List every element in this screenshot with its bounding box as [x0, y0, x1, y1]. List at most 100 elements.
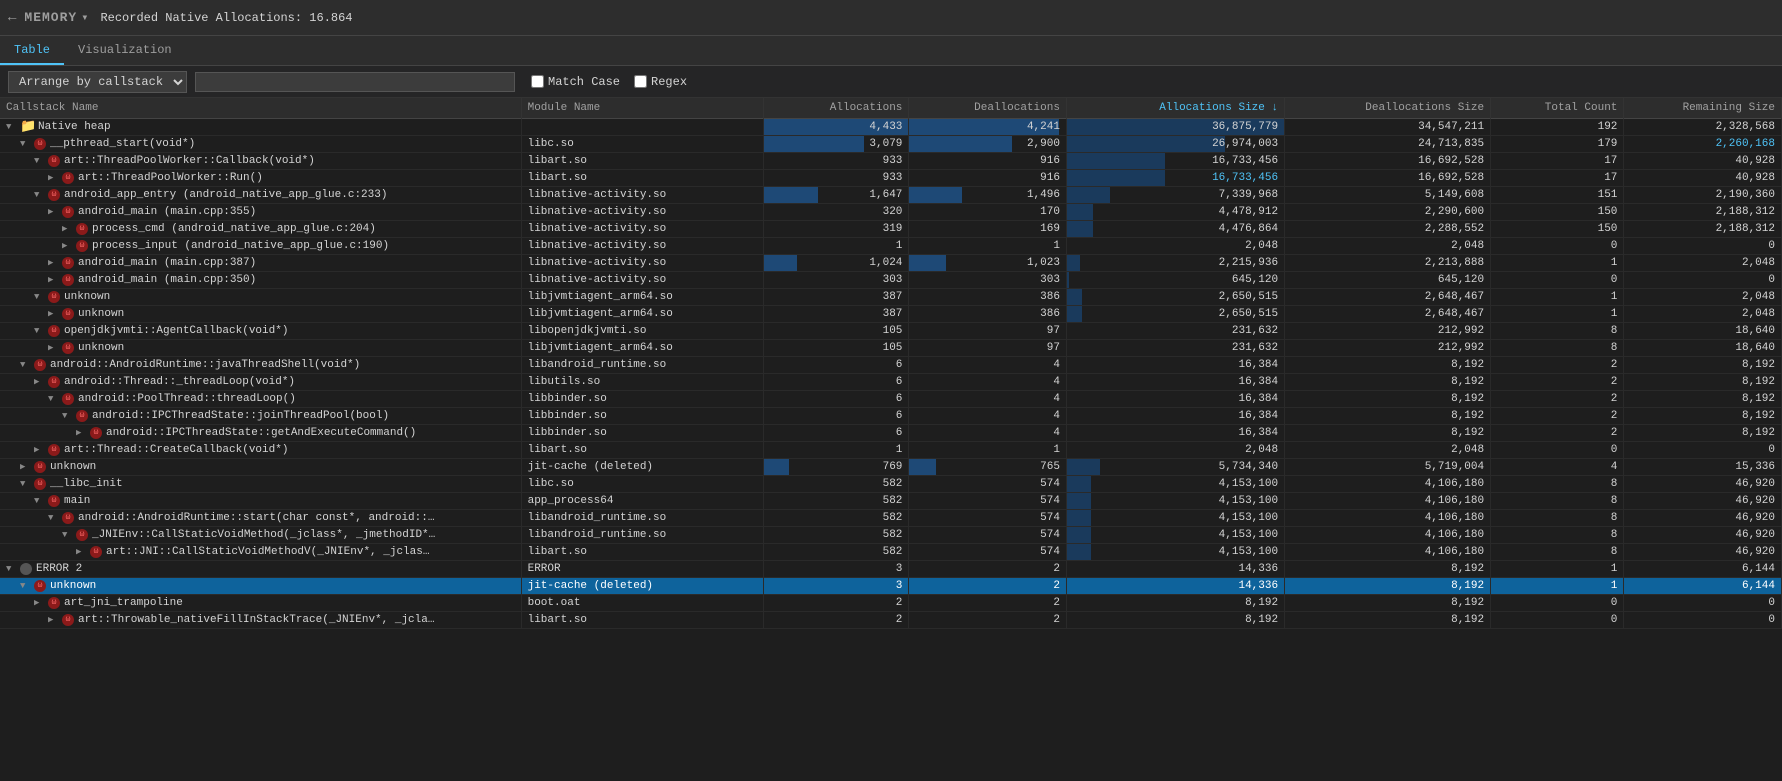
col-allocations[interactable]: Allocations: [763, 98, 908, 119]
cell-remaining-size: 8,192: [1624, 391, 1782, 408]
table-row[interactable]: ▶ωandroid::Thread::_threadLoop(void*)lib…: [0, 374, 1782, 391]
table-row[interactable]: ▼ωandroid::PoolThread::threadLoop()libbi…: [0, 391, 1782, 408]
cell-dealloc-size: 8,192: [1285, 357, 1491, 374]
cell-alloc-size: 16,384: [1066, 408, 1284, 425]
back-button[interactable]: ←: [8, 10, 16, 26]
cell-alloc-size: 8,192: [1066, 612, 1284, 629]
cell-callstack: ▼ωandroid::IPCThreadState::joinThreadPoo…: [0, 408, 521, 425]
col-total-count[interactable]: Total Count: [1491, 98, 1624, 119]
table-row[interactable]: ▶ωandroid_main (main.cpp:355)libnative-a…: [0, 204, 1782, 221]
col-remaining-size[interactable]: Remaining Size: [1624, 98, 1782, 119]
col-alloc-size[interactable]: Allocations Size ↓: [1066, 98, 1284, 119]
table-row[interactable]: ▼ω_JNIEnv::CallStaticVoidMethod(_jclass*…: [0, 527, 1782, 544]
cell-dealloc-size: 4,106,180: [1285, 493, 1491, 510]
node-icon: 📁: [20, 122, 34, 132]
expand-icon[interactable]: ▶: [48, 207, 60, 217]
tab-visualization[interactable]: Visualization: [64, 36, 186, 65]
table-row[interactable]: ▶ωandroid_main (main.cpp:387)libnative-a…: [0, 255, 1782, 272]
expand-icon[interactable]: ▼: [62, 411, 74, 421]
expand-icon[interactable]: ▶: [48, 309, 60, 319]
cell-callstack: ▼📁Native heap: [0, 119, 521, 136]
expand-icon[interactable]: ▼: [34, 156, 46, 166]
cell-alloc-size: 4,153,100: [1066, 544, 1284, 561]
col-callstack[interactable]: Callstack Name: [0, 98, 521, 119]
expand-icon[interactable]: ▶: [48, 275, 60, 285]
expand-icon[interactable]: ▶: [76, 547, 88, 557]
match-case-label[interactable]: Match Case: [531, 75, 620, 89]
expand-icon[interactable]: ▶: [48, 258, 60, 268]
callstack-name: android_app_entry (android_native_app_gl…: [64, 189, 387, 201]
table-row[interactable]: ▶ωprocess_input (android_native_app_glue…: [0, 238, 1782, 255]
table-row[interactable]: ▶ωart::Throwable_nativeFillInStackTrace(…: [0, 612, 1782, 629]
table-row[interactable]: ▶ωart::JNI::CallStaticVoidMethodV(_JNIEn…: [0, 544, 1782, 561]
cell-alloc-size: 4,478,912: [1066, 204, 1284, 221]
table-row[interactable]: ▶ωunknownjit-cache (deleted)7697655,734,…: [0, 459, 1782, 476]
table-row[interactable]: ▼ωunknownlibjvmtiagent_arm64.so3873862,6…: [0, 289, 1782, 306]
expand-icon[interactable]: ▶: [48, 173, 60, 183]
expand-icon[interactable]: ▼: [48, 513, 60, 523]
expand-icon[interactable]: ▶: [20, 462, 32, 472]
cell-remaining-size: 8,192: [1624, 408, 1782, 425]
table-row[interactable]: ▼ωandroid::AndroidRuntime::start(char co…: [0, 510, 1782, 527]
cell-allocations: 6: [763, 408, 908, 425]
table-row[interactable]: ▶ωprocess_cmd (android_native_app_glue.c…: [0, 221, 1782, 238]
expand-icon[interactable]: ▶: [48, 615, 60, 625]
cell-total-count: 179: [1491, 136, 1624, 153]
tool-dropdown-icon[interactable]: ▾: [81, 10, 88, 25]
table-row[interactable]: ▶ωunknownlibjvmtiagent_arm64.so10597231,…: [0, 340, 1782, 357]
expand-icon[interactable]: ▼: [20, 581, 32, 591]
cell-deallocations: 386: [909, 289, 1067, 306]
expand-icon[interactable]: ▼: [48, 394, 60, 404]
expand-icon[interactable]: ▼: [34, 496, 46, 506]
expand-icon[interactable]: ▶: [62, 241, 74, 251]
table-row[interactable]: ▼ERROR 2ERROR3214,3368,19216,144: [0, 561, 1782, 578]
table-row[interactable]: ▼ωopenjdkjvmti::AgentCallback(void*)libo…: [0, 323, 1782, 340]
expand-icon[interactable]: ▼: [34, 190, 46, 200]
callstack-name: process_input (android_native_app_glue.c…: [92, 240, 389, 252]
table-row[interactable]: ▼ωunknownjit-cache (deleted)3214,3368,19…: [0, 578, 1782, 595]
table-row[interactable]: ▼ω__pthread_start(void*)libc.so3,0792,90…: [0, 136, 1782, 153]
expand-icon[interactable]: ▶: [62, 224, 74, 234]
match-case-checkbox[interactable]: [531, 75, 544, 88]
regex-checkbox[interactable]: [634, 75, 647, 88]
table-container[interactable]: Callstack Name Module Name Allocations D…: [0, 98, 1782, 781]
col-dealloc-size[interactable]: Deallocations Size: [1285, 98, 1491, 119]
table-row[interactable]: ▶ωart::ThreadPoolWorker::Run()libart.so9…: [0, 170, 1782, 187]
table-row[interactable]: ▶ωart_jni_trampolineboot.oat228,1928,192…: [0, 595, 1782, 612]
table-row[interactable]: ▶ωunknownlibjvmtiagent_arm64.so3873862,6…: [0, 306, 1782, 323]
table-row[interactable]: ▼ωandroid::AndroidRuntime::javaThreadShe…: [0, 357, 1782, 374]
expand-icon[interactable]: ▼: [6, 122, 18, 132]
expand-icon[interactable]: ▼: [20, 139, 32, 149]
cell-alloc-size: 2,048: [1066, 238, 1284, 255]
table-row[interactable]: ▶ωandroid::IPCThreadState::getAndExecute…: [0, 425, 1782, 442]
col-deallocations[interactable]: Deallocations: [909, 98, 1067, 119]
search-input[interactable]: [195, 72, 515, 92]
callstack-name: android::AndroidRuntime::javaThreadShell…: [50, 359, 360, 371]
expand-icon[interactable]: ▼: [34, 292, 46, 302]
table-row[interactable]: ▼ωandroid_app_entry (android_native_app_…: [0, 187, 1782, 204]
expand-icon[interactable]: ▼: [62, 530, 74, 540]
expand-icon[interactable]: ▼: [20, 479, 32, 489]
arrange-select[interactable]: Arrange by callstack: [8, 71, 187, 93]
table-row[interactable]: ▶ωandroid_main (main.cpp:350)libnative-a…: [0, 272, 1782, 289]
expand-icon[interactable]: ▶: [34, 377, 46, 387]
expand-icon[interactable]: ▼: [34, 326, 46, 336]
col-module[interactable]: Module Name: [521, 98, 763, 119]
cell-module: boot.oat: [521, 595, 763, 612]
table-row[interactable]: ▼ωart::ThreadPoolWorker::Callback(void*)…: [0, 153, 1782, 170]
cell-remaining-size: 0: [1624, 272, 1782, 289]
table-row[interactable]: ▼📁Native heap4,4334,24136,875,77934,547,…: [0, 119, 1782, 136]
table-row[interactable]: ▼ωandroid::IPCThreadState::joinThreadPoo…: [0, 408, 1782, 425]
tab-table[interactable]: Table: [0, 36, 64, 65]
expand-icon[interactable]: ▶: [34, 598, 46, 608]
table-row[interactable]: ▼ωmainapp_process645825744,153,1004,106,…: [0, 493, 1782, 510]
table-row[interactable]: ▼ω__libc_initlibc.so5825744,153,1004,106…: [0, 476, 1782, 493]
expand-icon[interactable]: ▼: [6, 564, 18, 574]
table-row[interactable]: ▶ωart::Thread::CreateCallback(void*)liba…: [0, 442, 1782, 459]
callstack-name: main: [64, 495, 90, 507]
expand-icon[interactable]: ▼: [20, 360, 32, 370]
expand-icon[interactable]: ▶: [76, 428, 88, 438]
expand-icon[interactable]: ▶: [48, 343, 60, 353]
expand-icon[interactable]: ▶: [34, 445, 46, 455]
regex-label[interactable]: Regex: [634, 75, 687, 89]
